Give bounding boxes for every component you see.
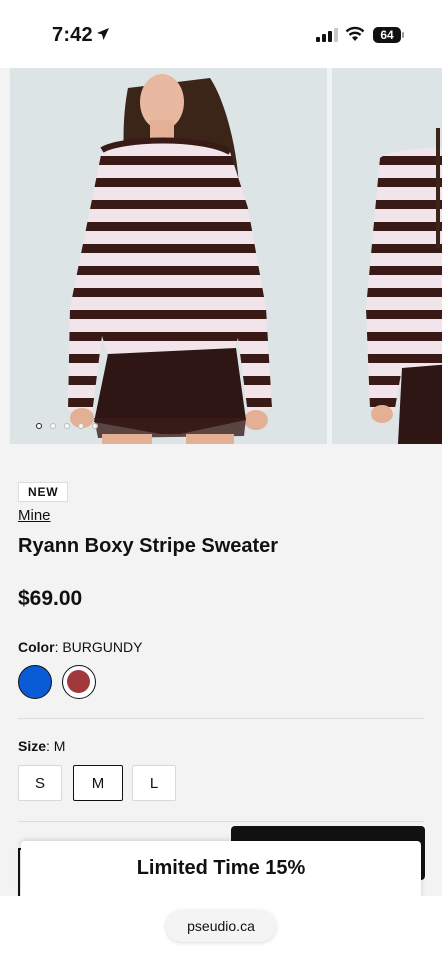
gallery-dot-5[interactable]	[92, 423, 98, 429]
size-selector-label: Size: M	[18, 738, 66, 754]
gallery-dot-2[interactable]	[50, 423, 56, 429]
cellular-signal-icon	[316, 28, 338, 42]
color-label: Color	[18, 639, 55, 655]
battery-icon: 64	[373, 27, 401, 43]
product-photo-main[interactable]	[10, 68, 327, 444]
size-option-m[interactable]: M	[73, 765, 123, 801]
gallery-dot-4[interactable]	[78, 423, 84, 429]
product-price: $69.00	[18, 587, 83, 610]
gallery-pagination[interactable]	[36, 423, 98, 429]
color-swatch-burgundy[interactable]	[62, 665, 96, 699]
wifi-icon	[345, 26, 365, 41]
browser-bottom-bar: pseudio.ca	[0, 896, 442, 960]
divider	[18, 718, 424, 719]
size-label: Size	[18, 738, 47, 754]
location-arrow-icon	[97, 28, 109, 40]
model-striped-sweater-back-image	[332, 68, 442, 444]
battery-tip	[402, 32, 404, 38]
brand-link[interactable]: Mine	[18, 507, 51, 524]
status-bar: 7:42 64	[0, 0, 442, 68]
color-swatch-blue[interactable]	[18, 665, 52, 699]
gallery-dot-1[interactable]	[36, 423, 42, 429]
model-striped-sweater-image	[10, 68, 327, 444]
product-image-gallery[interactable]	[0, 68, 442, 444]
color-selector-label: Color: BURGUNDY	[18, 639, 143, 655]
new-badge: NEW	[18, 482, 69, 502]
size-option-l[interactable]: L	[132, 765, 176, 801]
status-time: 7:42	[52, 24, 93, 46]
product-photo-next[interactable]	[332, 68, 442, 444]
gallery-dot-3[interactable]	[64, 423, 70, 429]
color-value: BURGUNDY	[62, 639, 143, 655]
product-title: Ryann Boxy Stripe Sweater	[18, 535, 279, 557]
size-option-s[interactable]: S	[18, 765, 62, 801]
divider	[18, 821, 424, 822]
promo-banner[interactable]: Limited Time 15%	[21, 841, 421, 899]
url-address-bar[interactable]: pseudio.ca	[166, 910, 276, 942]
promo-text: Limited Time 15%	[136, 857, 306, 879]
size-value: M	[53, 738, 66, 754]
